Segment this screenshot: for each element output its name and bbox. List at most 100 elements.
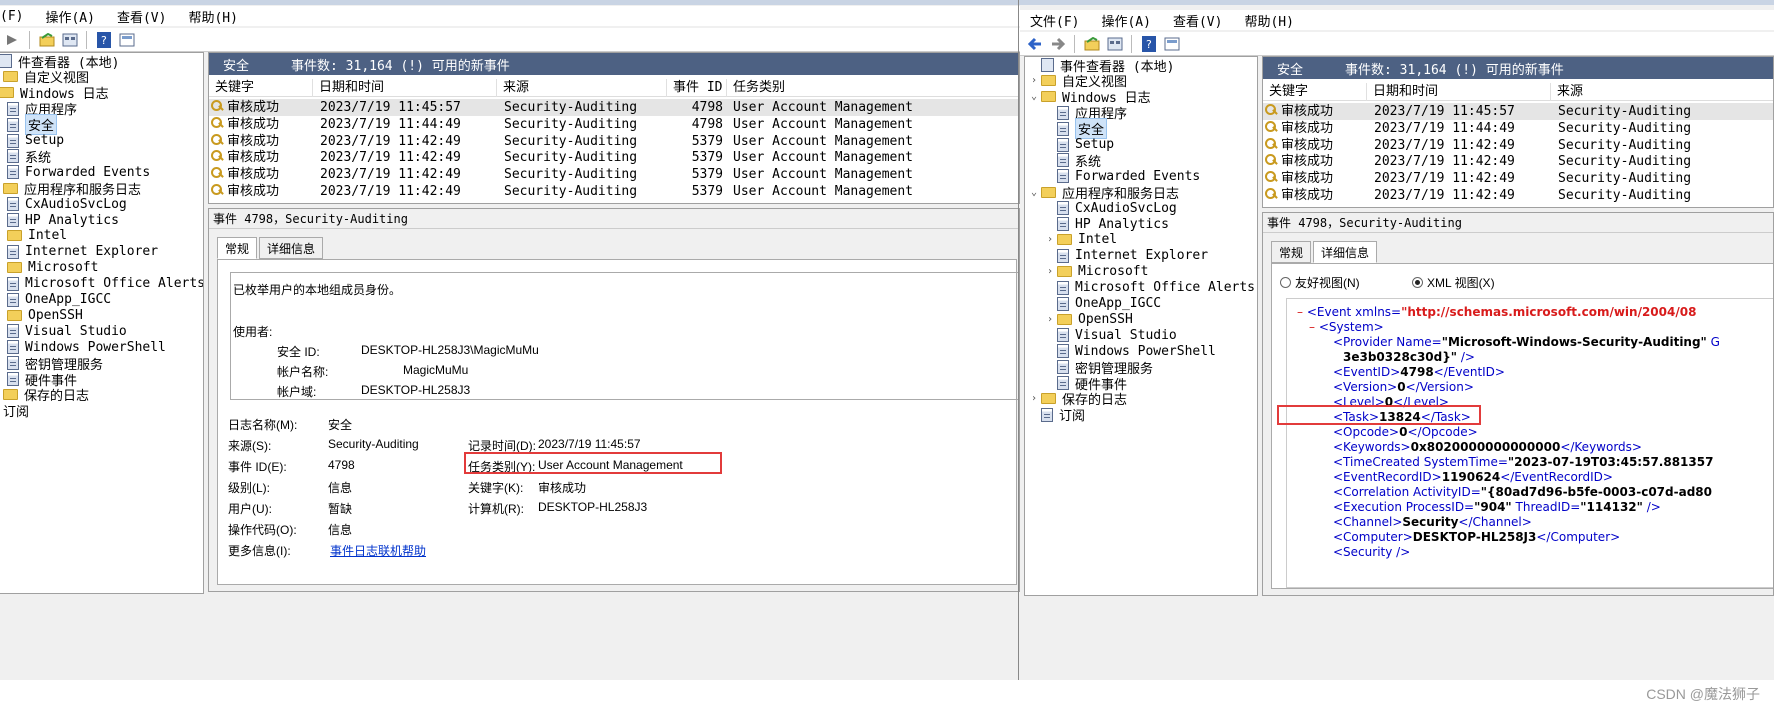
xml-version-line: <Version>0</Version> — [1333, 380, 1474, 394]
show-pane-icon[interactable] — [118, 31, 135, 48]
col-task[interactable]: 任务类别 — [727, 79, 1019, 97]
menu-action[interactable]: 操作(A) — [45, 7, 94, 26]
chevron-right-icon[interactable]: › — [1043, 314, 1057, 325]
xml-keywords-line: <Keywords>0x8020000000000000</Keywords> — [1333, 440, 1642, 454]
show-pane-icon[interactable] — [1163, 35, 1180, 52]
col-event-id[interactable]: 事件 ID — [667, 79, 727, 97]
tree-item-label: Internet Explorer — [25, 244, 159, 260]
menu-help[interactable]: 帮助(H) — [1244, 11, 1293, 30]
detail-title: 事件 4798，Security-Auditing — [209, 209, 1019, 229]
title-strip — [1020, 0, 1774, 5]
chevron-right-icon[interactable]: › — [1027, 75, 1041, 86]
event-row[interactable]: 审核成功 2023/7/19 11:42:49 Security-Auditing 5… — [209, 166, 1019, 183]
cell-source: Security-Auditing — [1558, 137, 1692, 153]
tab-details[interactable]: 详细信息 — [1313, 241, 1378, 263]
key-icon — [1265, 154, 1278, 167]
cell-source: Security-Auditing — [504, 167, 638, 183]
col-source[interactable]: 来源 — [1551, 83, 1773, 101]
radio-off-icon — [1280, 277, 1291, 288]
xml-view-radio[interactable]: XML 视图(X) — [1412, 274, 1495, 291]
cell-source: Security-Auditing — [1558, 154, 1692, 170]
tree-item[interactable]: 订阅 — [3, 402, 29, 420]
tab-general[interactable]: 常规 — [1271, 241, 1312, 263]
chevron-right-icon[interactable]: › — [1027, 393, 1041, 404]
event-row[interactable]: 审核成功 2023/7/19 11:45:57 Security-Auditing 4… — [209, 99, 1019, 116]
toolbar-separator — [1131, 34, 1132, 53]
open-folder-icon[interactable] — [1083, 35, 1100, 52]
cell-keyword-text: 审核成功 — [227, 150, 280, 166]
cell-datetime: 2023/7/19 11:45:57 — [320, 100, 461, 115]
cell-event-id: 5379 — [691, 150, 723, 166]
sid-value: DESKTOP-HL258J3\MagicMuMu — [361, 343, 539, 357]
log-icon — [7, 324, 19, 339]
left-event-list: 安全 事件数: 31,164 (!) 可用的新事件 关键字 日期和时间 来源 事… — [208, 52, 1020, 204]
key-icon — [211, 167, 224, 180]
open-folder-icon[interactable] — [38, 31, 55, 48]
online-help-link[interactable]: 事件日志联机帮助 — [330, 542, 426, 559]
key-icon — [211, 133, 224, 147]
toolbar-separator — [86, 30, 87, 49]
col-keyword[interactable]: 关键字 — [209, 79, 313, 97]
menu-action[interactable]: 操作(A) — [1101, 11, 1150, 30]
menu-view[interactable]: 查看(V) — [1173, 11, 1222, 30]
help-icon[interactable]: ? — [95, 31, 112, 48]
folder-icon — [1041, 91, 1056, 103]
cell-keyword-text: 审核成功 — [227, 100, 280, 115]
menu-file[interactable]: (F) — [0, 9, 23, 24]
tree-item[interactable]: 订阅 — [1027, 406, 1085, 424]
col-source[interactable]: 来源 — [497, 79, 667, 97]
menu-file[interactable]: 文件(F) — [1030, 11, 1079, 30]
event-row[interactable]: 审核成功 2023/7/19 11:45:57 Security-Auditing — [1263, 103, 1773, 120]
cell-event-id: 4798 — [691, 100, 723, 115]
event-row[interactable]: 审核成功 2023/7/19 11:42:49 Security-Auditing 5… — [209, 149, 1019, 166]
chevron-down-icon[interactable]: ⌄ — [1027, 91, 1041, 102]
task-category-highlight — [464, 452, 722, 474]
col-keyword[interactable]: 关键字 — [1263, 83, 1367, 101]
radio-on-icon — [1412, 277, 1423, 288]
col-datetime[interactable]: 日期和时间 — [1367, 83, 1551, 101]
help-icon[interactable]: ? — [1140, 35, 1157, 52]
event-row[interactable]: 审核成功 2023/7/19 11:42:49 Security-Auditing 5… — [209, 133, 1019, 150]
tab-details[interactable]: 详细信息 — [259, 237, 324, 259]
chevron-right-icon[interactable]: › — [1043, 266, 1057, 277]
tab-general[interactable]: 常规 — [217, 237, 258, 259]
event-row[interactable]: 审核成功 2023/7/19 11:42:49 Security-Auditing — [1263, 170, 1773, 187]
menu-view[interactable]: 查看(V) — [117, 7, 166, 26]
menu-help[interactable]: 帮助(H) — [188, 7, 237, 26]
cell-datetime: 2023/7/19 11:42:49 — [320, 184, 461, 199]
forward-icon[interactable] — [1049, 35, 1066, 52]
cell-task: User Account Management — [733, 167, 914, 183]
event-row[interactable]: 审核成功 2023/7/19 11:42:49 Security-Auditing — [1263, 137, 1773, 154]
tree-item-label: 订阅 — [1059, 409, 1086, 425]
xml-correlation-line: <Correlation ActivityID="{80ad7d96-b5fe-… — [1333, 485, 1712, 499]
event-row[interactable]: 审核成功 2023/7/19 11:42:49 Security-Auditing — [1263, 187, 1773, 204]
chevron-right-icon[interactable]: › — [1043, 234, 1057, 245]
cell-source: Security-Auditing — [504, 100, 638, 115]
toolbar-separator — [29, 30, 30, 49]
back-icon[interactable] — [1026, 35, 1043, 52]
xml-record-line: <EventRecordID>1190624</EventRecordID> — [1333, 470, 1613, 484]
cell-task: User Account Management — [733, 116, 914, 132]
folder-icon — [7, 309, 22, 321]
properties-icon[interactable] — [61, 31, 78, 48]
forward-icon[interactable] — [4, 31, 21, 48]
log-icon — [1057, 376, 1069, 390]
event-row[interactable]: 审核成功 2023/7/19 11:44:49 Security-Auditing — [1263, 120, 1773, 137]
log-icon — [7, 117, 19, 132]
event-row[interactable]: 审核成功 2023/7/19 11:42:49 Security-Auditing — [1263, 153, 1773, 170]
event-row[interactable]: 审核成功 2023/7/19 11:44:49 Security-Auditing 4… — [209, 116, 1019, 133]
tree-item-label: HP Analytics — [1075, 216, 1169, 232]
col-datetime[interactable]: 日期和时间 — [313, 79, 497, 97]
xml-execution-line: <Execution ProcessID="904" ThreadID="114… — [1333, 500, 1661, 514]
event-row[interactable]: 审核成功 2023/7/19 11:42:49 Security-Auditing 5… — [209, 183, 1019, 200]
task-highlight — [1277, 405, 1481, 425]
svg-text:?: ? — [1146, 38, 1152, 51]
friendly-view-radio[interactable]: 友好视图(N) — [1280, 274, 1360, 291]
properties-icon[interactable] — [1106, 35, 1123, 52]
account-domain-value: DESKTOP-HL258J3 — [361, 383, 471, 397]
event-viewer-icon — [1041, 58, 1054, 72]
chevron-down-icon[interactable]: ⌄ — [1027, 187, 1041, 198]
tree-item-label: Visual Studio — [1075, 327, 1177, 343]
cell-keyword-text: 审核成功 — [227, 167, 280, 183]
svg-text:?: ? — [101, 34, 107, 47]
